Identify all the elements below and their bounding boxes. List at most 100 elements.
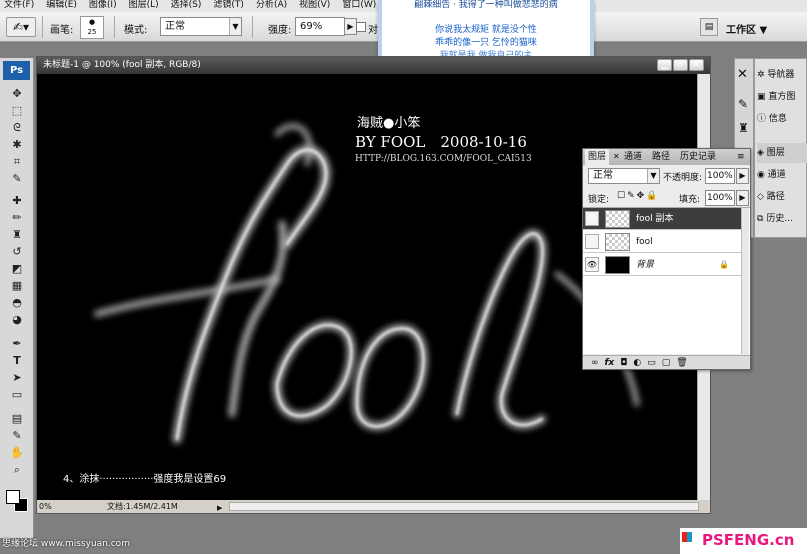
menu-filter[interactable]: 滤镜(T) — [213, 0, 244, 12]
dock-navigator-label: 导航器 — [767, 70, 795, 80]
new-group-icon[interactable]: ▭ — [647, 356, 656, 369]
color-sampler-tool-icon[interactable]: ✎ — [4, 427, 30, 444]
layer-mask-icon[interactable]: ◘ — [620, 356, 627, 369]
minimize-button[interactable]: ▁ — [657, 59, 672, 71]
dock-paths-label: 路径 — [766, 192, 785, 202]
path-selection-tool-icon[interactable]: ➤ — [4, 369, 30, 386]
sample-label: 对 — [368, 25, 378, 36]
layer-row[interactable]: 👁 背景 🔒 — [583, 254, 741, 276]
layer-row[interactable]: 👁 fool — [583, 231, 741, 253]
panel-menu-icon[interactable]: ≡ — [737, 149, 745, 165]
dock-info-label: 信息 — [768, 114, 787, 124]
fill-input[interactable]: 100% — [705, 190, 735, 206]
popup-line-1: 翩棘细告 · 我得了一种叫做悲悲的病 — [414, 0, 558, 10]
marquee-tool-icon[interactable]: ⬚ — [4, 102, 30, 119]
history-brush-tool-icon[interactable]: ↺ — [4, 243, 30, 260]
fill-label: 填充: — [679, 195, 701, 205]
delete-layer-icon[interactable]: 🗑 — [676, 356, 687, 369]
chevron-down-icon: ▼ — [229, 18, 241, 35]
brush-size: 25 — [87, 28, 97, 36]
dock-histogram[interactable]: ▣ 直方图 — [757, 87, 807, 107]
close-button[interactable]: ✕ — [689, 59, 704, 71]
tab-paths[interactable]: 路径 — [649, 149, 673, 165]
eye-hidden-icon[interactable]: 👁 — [585, 234, 599, 249]
opacity-input[interactable]: 100% — [705, 168, 735, 184]
hand-tool-icon[interactable]: ✋ — [4, 444, 30, 461]
popup-line-2: 你说我太规矩 就是没个性 — [435, 25, 537, 35]
dodge-tool-icon[interactable]: ◕ — [4, 311, 30, 328]
brush-tool-icon[interactable]: ✏ — [4, 209, 30, 226]
layers-scrollbar[interactable] — [741, 208, 749, 354]
horizontal-scrollbar[interactable] — [229, 502, 699, 511]
fill-slider-toggle[interactable]: ▶ — [736, 190, 749, 206]
eyedropper-tool-icon[interactable]: ✎ — [4, 170, 30, 187]
blend-mode-select[interactable]: 正常 ▼ — [588, 168, 660, 184]
magic-wand-tool-icon[interactable]: ✱ — [4, 136, 30, 153]
gradient-tool-icon[interactable]: ▦ — [4, 277, 30, 294]
zoom-level[interactable]: 0% — [39, 500, 52, 513]
type-tool-icon[interactable]: T — [4, 352, 30, 369]
layer-row[interactable]: 👁 fool 副本 — [583, 208, 741, 230]
adjustment-layer-icon[interactable]: ◐ — [633, 356, 641, 369]
new-layer-icon[interactable]: ▢ — [662, 356, 671, 369]
dock-navigator[interactable]: ✲ 导航器 — [757, 65, 807, 85]
zoom-tool-icon[interactable]: ⌕ — [4, 461, 30, 478]
history-icon: ⧉ — [757, 214, 764, 224]
document-title-bar[interactable]: 未标题-1 @ 100% (fool 副本, RGB/8) ▁ ▫ ✕ — [37, 57, 710, 74]
move-tool-icon[interactable]: ✥ — [4, 85, 30, 102]
notes-tool-icon[interactable]: ▤ — [4, 410, 30, 427]
dock-layers[interactable]: ◈ 图层 — [757, 143, 807, 163]
status-bar: 0% 文档:1.45M/2.41M ▶ — [37, 500, 710, 513]
menu-image[interactable]: 图像(I) — [89, 0, 117, 12]
pen-tool-icon[interactable]: ✒ — [4, 335, 30, 352]
menu-window[interactable]: 窗口(W) — [342, 0, 376, 12]
healing-brush-tool-icon[interactable]: ✚ — [4, 192, 30, 209]
dock-history[interactable]: ⧉ 历史... — [757, 209, 807, 229]
menu-analysis[interactable]: 分析(A) — [256, 0, 287, 12]
status-menu-icon[interactable]: ▶ — [217, 502, 225, 512]
layer-style-icon[interactable]: fx — [605, 356, 615, 369]
maximize-button[interactable]: ▫ — [673, 59, 688, 71]
layers-icon: ◈ — [757, 148, 764, 158]
opacity-slider-toggle[interactable]: ▶ — [736, 168, 749, 184]
sample-all-layers-checkbox[interactable] — [356, 22, 366, 32]
lasso-tool-icon[interactable]: ᘓ — [4, 119, 30, 136]
close-tab-icon[interactable]: ✕ — [613, 149, 620, 165]
navigator-icon: ✲ — [757, 70, 765, 80]
menu-file[interactable]: 文件(F) — [4, 0, 34, 12]
dock-channels[interactable]: ◉ 通道 — [757, 165, 807, 185]
menu-layer[interactable]: 图层(L) — [129, 0, 159, 12]
separator — [252, 16, 253, 38]
dock-info[interactable]: ⓘ 信息 — [757, 109, 807, 129]
smudge-tool-preset-icon[interactable]: ✍▾ — [6, 17, 36, 37]
strength-input[interactable]: 69% — [295, 17, 345, 36]
eye-icon[interactable]: 👁 — [585, 257, 599, 272]
lock-label: 锁定: — [588, 195, 610, 205]
menu-edit[interactable]: 编辑(E) — [46, 0, 77, 12]
eraser-tool-icon[interactable]: ◩ — [4, 260, 30, 277]
link-layers-icon[interactable]: ∞ — [591, 356, 599, 369]
tab-channels[interactable]: 通道 — [621, 149, 645, 165]
lock-icons[interactable]: ☐✎✥🔒 — [617, 191, 659, 201]
workspace-menu[interactable]: 工作区 ▼ — [726, 21, 767, 36]
tab-history[interactable]: 历史记录 — [677, 149, 719, 165]
clone-stamp-tool-icon[interactable]: ♜ — [4, 226, 30, 243]
eye-icon[interactable]: 👁 — [585, 211, 599, 226]
blur-tool-icon[interactable]: ◓ — [4, 294, 30, 311]
foreground-color-swatch[interactable] — [6, 490, 20, 504]
tools-icon[interactable]: ✕ — [737, 67, 748, 82]
shape-tool-icon[interactable]: ▭ — [4, 386, 30, 403]
clone-source-icon[interactable]: ♜ — [738, 121, 749, 135]
dock-paths[interactable]: ◇ 路径 — [757, 187, 807, 207]
menu-select[interactable]: 选择(S) — [171, 0, 202, 12]
dock-layers-label: 图层 — [766, 148, 785, 158]
panel-toggle-icon[interactable]: ▤ — [700, 18, 718, 36]
document-info[interactable]: 文档:1.45M/2.41M — [107, 500, 178, 513]
layers-panel: 图层 ✕ 通道 路径 历史记录 ≡ 正常 ▼ 不透明度: 100% ▶ 锁定: … — [582, 148, 751, 370]
brush-preset-icon[interactable]: ✎ — [738, 97, 748, 111]
brush-picker[interactable]: ● 25 — [80, 16, 104, 39]
tab-layers[interactable]: 图层 — [585, 149, 610, 165]
mode-select[interactable]: 正常 ▼ — [160, 17, 242, 36]
crop-tool-icon[interactable]: ⌗ — [4, 153, 30, 170]
menu-view[interactable]: 视图(V) — [299, 0, 330, 12]
